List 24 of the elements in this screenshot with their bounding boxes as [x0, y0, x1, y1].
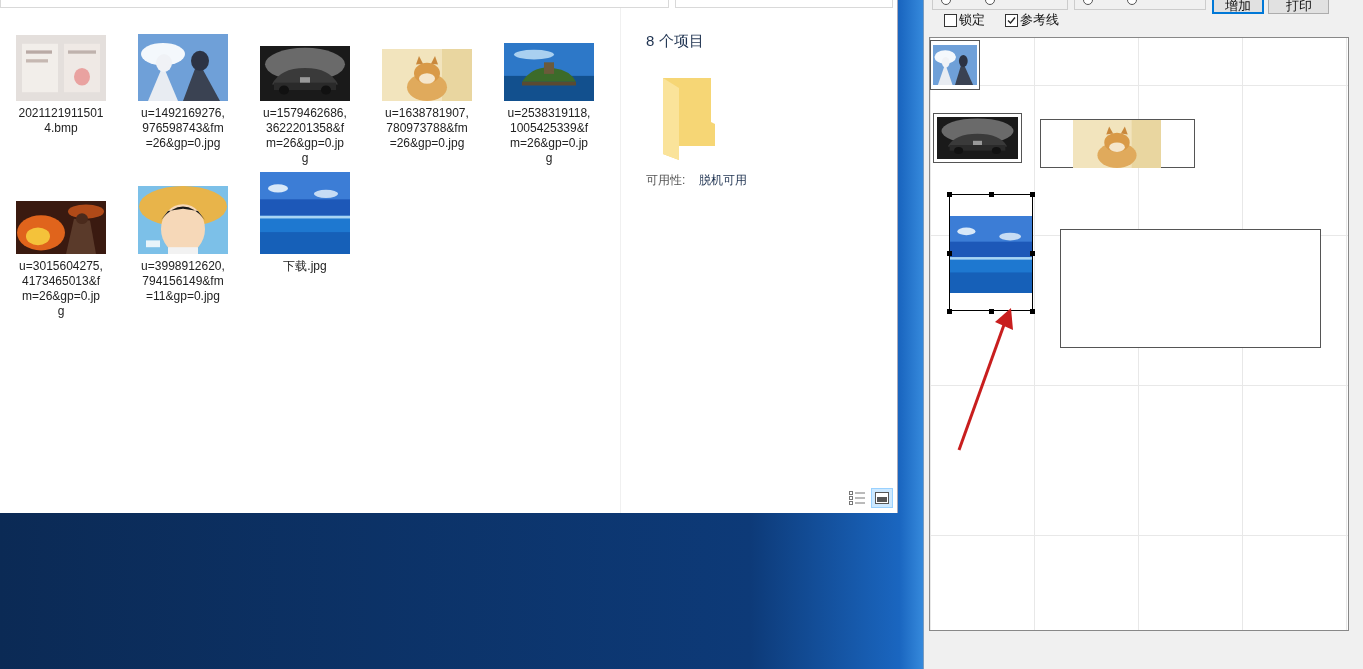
file-name[interactable]: u=1638781907, 780973788&fm =26&gp=0.jpg	[372, 106, 482, 151]
file-name[interactable]: u=2538319118, 1005425339&f m=26&gp=0.jp g	[494, 106, 604, 166]
file-name[interactable]: u=3015604275, 4173465013&f m=26&gp=0.jp g	[6, 259, 116, 319]
file-name[interactable]: 2021121911501 4.bmp	[6, 106, 116, 136]
add-button[interactable]: 增加	[1212, 0, 1264, 14]
empty-frame[interactable]	[1060, 229, 1321, 348]
image-frame[interactable]	[1040, 119, 1195, 168]
large-icons-view-button[interactable]	[871, 488, 893, 508]
availability-value: 脱机可用	[699, 172, 748, 189]
details-view-button[interactable]	[846, 488, 868, 508]
checkbox-label[interactable]: 锁定	[959, 11, 985, 29]
file-name[interactable]: u=1579462686, 3622201358&f m=26&gp=0.jp g	[250, 106, 360, 166]
address-field[interactable]	[0, 0, 669, 8]
image-frame[interactable]	[949, 194, 1033, 311]
file-name[interactable]: u=3998912620, 794156149&fm =11&gp=0.jpg	[128, 259, 238, 304]
image-frame[interactable]	[930, 40, 980, 90]
item-count: 8 个项目	[646, 32, 704, 51]
checkbox-label[interactable]: 参考线	[1020, 11, 1059, 29]
file-name[interactable]: u=1492169276, 976598743&fm =26&gp=0.jpg	[128, 106, 238, 151]
checkbox[interactable]	[944, 13, 957, 27]
checkbox[interactable]	[1005, 13, 1018, 27]
search-field[interactable]	[675, 0, 893, 8]
file-name[interactable]: 下载.jpg	[250, 259, 360, 274]
availability-label: 可用性:	[646, 172, 686, 189]
